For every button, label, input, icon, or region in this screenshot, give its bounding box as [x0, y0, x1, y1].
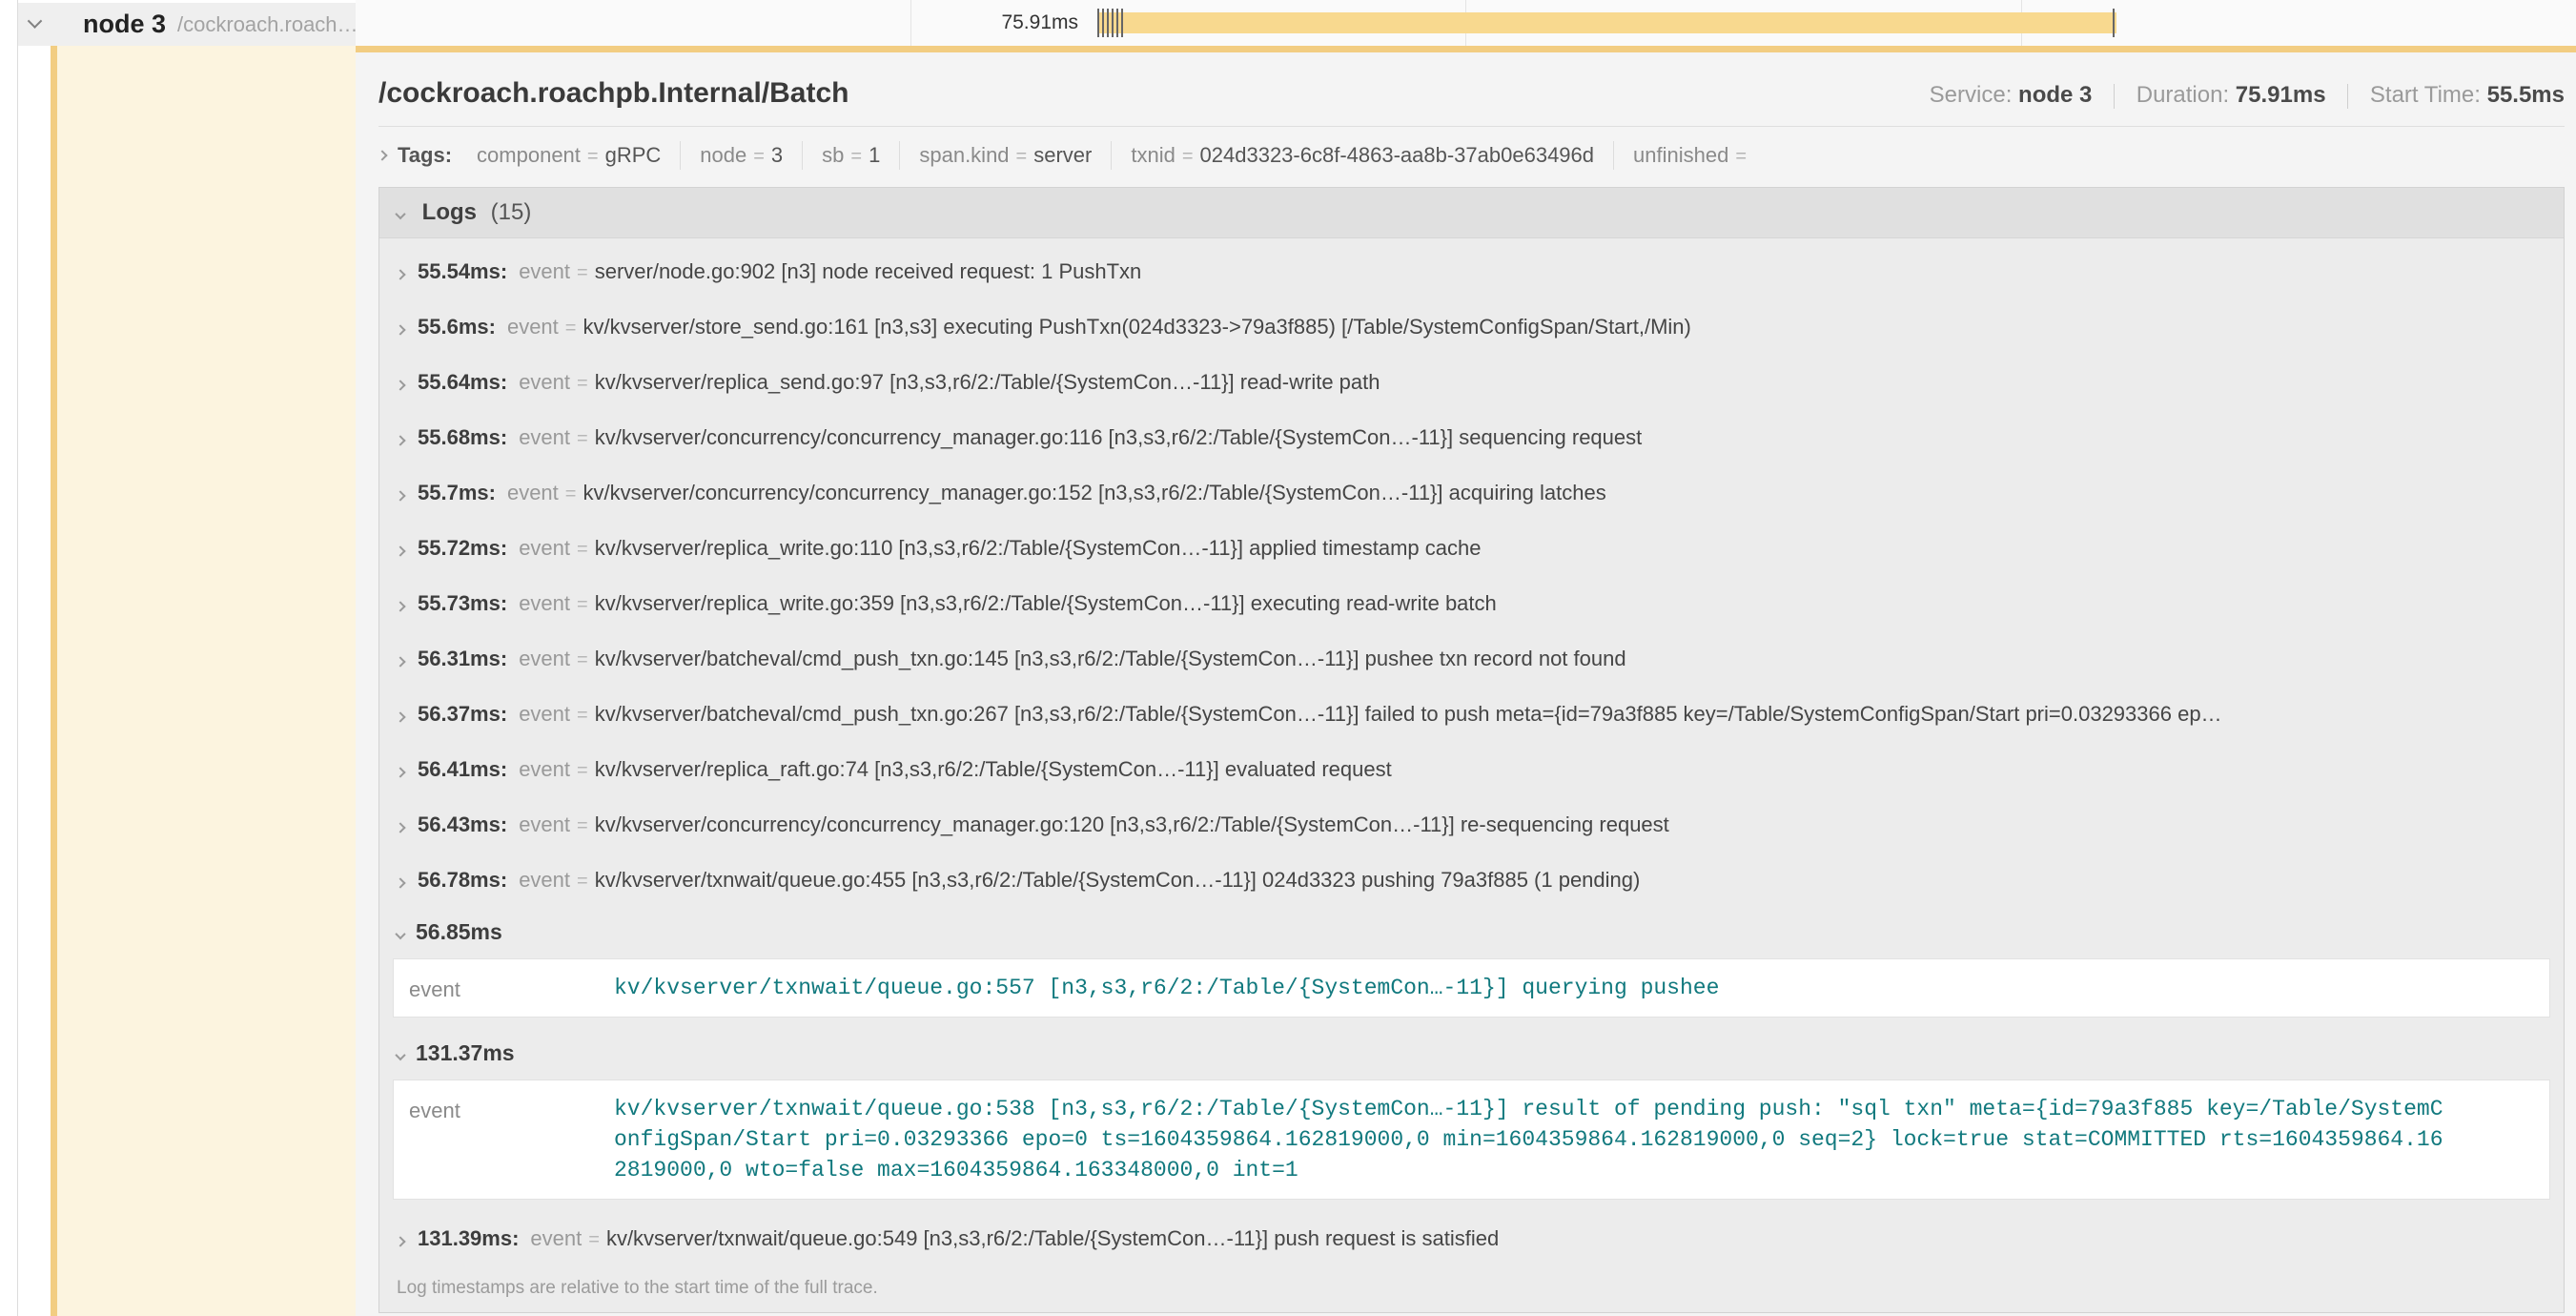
log-marker-tick: [1116, 9, 1118, 37]
tag-item: node=3: [680, 141, 802, 170]
log-field-key: event: [409, 973, 614, 1003]
tag-item: component=gRPC: [458, 141, 680, 170]
log-field-value: kv/kvserver/txnwait/queue.go:538 [n3,s3,…: [614, 1094, 2454, 1185]
log-marker-tick: [1102, 9, 1104, 37]
log-entry-expanded: 56.85ms event kv/kvserver/txnwait/queue.…: [379, 908, 2564, 1018]
log-entry[interactable]: 55.64ms:event=kv/kvserver/replica_send.g…: [379, 355, 2564, 410]
chevron-down-icon[interactable]: [28, 13, 43, 29]
log-entry[interactable]: 55.73ms:event=kv/kvserver/replica_write.…: [379, 576, 2564, 631]
log-entry[interactable]: 56.43ms:event=kv/kvserver/concurrency/co…: [379, 797, 2564, 853]
chevron-right-icon[interactable]: [395, 877, 405, 888]
logs-title: Logs: [422, 199, 477, 225]
chevron-down-icon[interactable]: [395, 929, 405, 939]
meta-divider: [2114, 84, 2115, 109]
log-marker-tick: [1112, 9, 1114, 37]
meta-duration-value: 75.91ms: [2236, 82, 2326, 108]
log-marker-tick: [1097, 9, 1099, 37]
chevron-right-icon[interactable]: [395, 767, 405, 777]
span-meta: Service: node 3 Duration: 75.91ms Start …: [1930, 82, 2565, 109]
span-detail-header: /cockroach.roachpb.Internal/Batch Servic…: [378, 77, 2565, 110]
tag-item: unfinished=: [1613, 141, 1772, 170]
meta-duration-label: Duration:: [2136, 82, 2229, 108]
span-title: /cockroach.roachpb.Internal/Batch: [378, 77, 848, 110]
span-row-name-cell[interactable]: node 3 /cockroach.roach…: [18, 3, 356, 46]
log-field-value: kv/kvserver/txnwait/queue.go:557 [n3,s3,…: [614, 973, 1719, 1003]
span-service-name: node 3: [83, 10, 166, 39]
span-operation-name: /cockroach.roach…: [177, 12, 356, 37]
column-resize-divider[interactable]: [17, 0, 18, 1316]
tags-accordion[interactable]: Tags: component=gRPC node=3 sb=1 span.ki…: [378, 141, 2565, 170]
span-color-bar: [51, 4, 57, 1316]
chevron-right-icon[interactable]: [395, 601, 405, 611]
trace-detail-page: { "ui": { "eq": "=" }, "top_row": { "ser…: [0, 0, 2576, 1316]
log-fields-table: event kv/kvserver/txnwait/queue.go:557 […: [393, 958, 2550, 1018]
log-entry[interactable]: 55.72ms:event=kv/kvserver/replica_write.…: [379, 521, 2564, 576]
logs-accordion-header[interactable]: Logs (15): [379, 188, 2564, 238]
header-divider: [378, 126, 2565, 127]
meta-start-label: Start Time:: [2370, 82, 2481, 108]
meta-service-label: Service:: [1930, 82, 2013, 108]
log-entry[interactable]: 55.7ms:event=kv/kvserver/concurrency/con…: [379, 465, 2564, 521]
chevron-right-icon[interactable]: [395, 545, 405, 556]
chevron-right-icon[interactable]: [395, 490, 405, 501]
span-name-column-highlight: [57, 46, 356, 1316]
tag-list: component=gRPC node=3 sb=1 span.kind=ser…: [458, 141, 1772, 170]
log-entry[interactable]: 131.39ms:event=kv/kvserver/txnwait/queue…: [379, 1211, 2564, 1266]
chevron-right-icon[interactable]: [395, 1236, 405, 1246]
chevron-right-icon[interactable]: [395, 324, 405, 335]
meta-service-value: node 3: [2018, 82, 2092, 108]
logs-footer-note: Log timestamps are relative to the start…: [379, 1266, 2564, 1312]
chevron-down-icon[interactable]: [395, 209, 405, 219]
span-row: node 3 /cockroach.roach… 75.91ms: [0, 0, 2576, 46]
log-entry[interactable]: 55.68ms:event=kv/kvserver/concurrency/co…: [379, 410, 2564, 465]
log-entry[interactable]: 56.37ms:event=kv/kvserver/batcheval/cmd_…: [379, 687, 2564, 742]
chevron-down-icon[interactable]: [395, 1050, 405, 1060]
tag-item: sb=1: [802, 141, 899, 170]
log-fields-table: event kv/kvserver/txnwait/queue.go:538 […: [393, 1080, 2550, 1200]
log-marker-tick: [1107, 9, 1109, 37]
log-field-key: event: [409, 1094, 614, 1185]
logs-list: 55.54ms:event=server/node.go:902 [n3] no…: [379, 238, 2564, 1312]
chevron-right-icon[interactable]: [395, 656, 405, 667]
tag-item: span.kind=server: [899, 141, 1111, 170]
log-entry-expanded: 131.37ms event kv/kvserver/txnwait/queue…: [379, 1029, 2564, 1200]
chevron-right-icon[interactable]: [395, 269, 405, 279]
span-duration-label: 75.91ms: [356, 0, 1088, 46]
log-entry[interactable]: 56.31ms:event=kv/kvserver/batcheval/cmd_…: [379, 631, 2564, 687]
chevron-right-icon[interactable]: [395, 822, 405, 833]
chevron-right-icon[interactable]: [395, 380, 405, 390]
log-entry[interactable]: 56.41ms:event=kv/kvserver/replica_raft.g…: [379, 742, 2564, 797]
chevron-right-icon[interactable]: [377, 150, 387, 160]
span-duration-bar[interactable]: [1097, 12, 2116, 33]
tag-item: txnid=024d3323-6c8f-4863-aa8b-37ab0e6349…: [1111, 141, 1613, 170]
log-marker-tick: [1121, 9, 1123, 37]
tags-label: Tags:: [398, 143, 452, 168]
span-timeline-cell: 75.91ms: [356, 0, 2576, 46]
log-entry-header[interactable]: 131.37ms: [379, 1029, 2564, 1078]
logs-section: Logs (15) 55.54ms:event=server/node.go:9…: [378, 187, 2565, 1313]
log-marker-tick: [2113, 9, 2115, 37]
meta-divider: [2347, 84, 2348, 109]
span-detail-panel: /cockroach.roachpb.Internal/Batch Servic…: [356, 46, 2576, 1316]
log-entry[interactable]: 55.54ms:event=server/node.go:902 [n3] no…: [379, 244, 2564, 299]
log-entry[interactable]: 56.78ms:event=kv/kvserver/txnwait/queue.…: [379, 853, 2564, 908]
logs-count: (15): [491, 199, 532, 225]
meta-start-value: 55.5ms: [2487, 82, 2565, 108]
log-entry[interactable]: 55.6ms:event=kv/kvserver/store_send.go:1…: [379, 299, 2564, 355]
chevron-right-icon[interactable]: [395, 435, 405, 445]
chevron-right-icon[interactable]: [395, 711, 405, 722]
log-entry-header[interactable]: 56.85ms: [379, 908, 2564, 956]
